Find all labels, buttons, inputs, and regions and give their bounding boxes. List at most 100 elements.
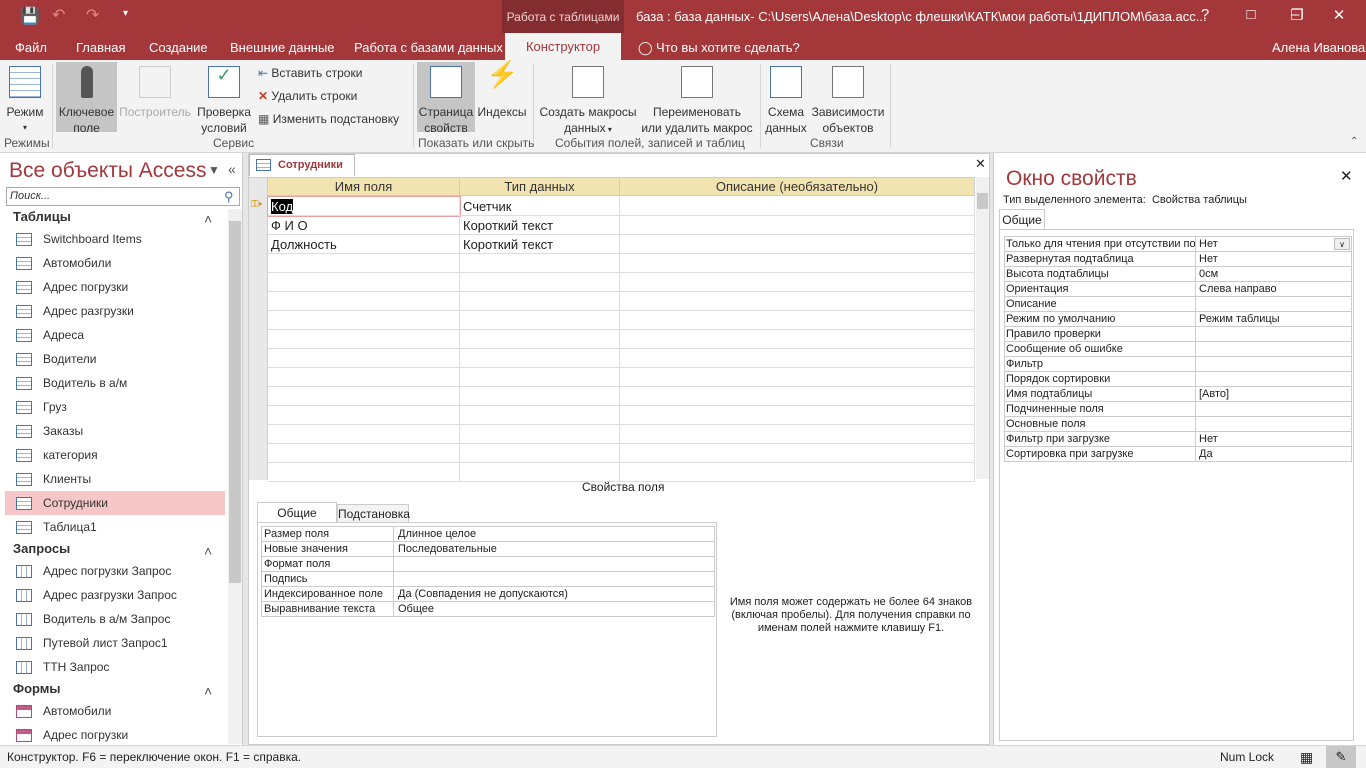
grid-cell[interactable] [460, 311, 620, 330]
insert-rows-button[interactable]: ⇤ Вставить строки [258, 66, 362, 80]
nav-title[interactable]: Все объекты Access [9, 159, 207, 183]
document-tab-employees[interactable]: Сотрудники [249, 154, 355, 176]
grid-cell[interactable] [460, 273, 620, 292]
table-property-row[interactable]: Основные поля [1005, 417, 1351, 432]
nav-item[interactable]: Сотрудники [5, 491, 225, 515]
primary-key-button[interactable]: Ключевое поле [56, 62, 117, 135]
grid-cell[interactable] [620, 368, 975, 387]
table-property-row[interactable]: Режим по умолчанию Режим таблицы [1005, 312, 1351, 327]
field-property-row[interactable]: Размер поля Длинное целое [262, 527, 714, 542]
builder-button[interactable]: Построитель [118, 62, 192, 132]
grid-cell[interactable] [620, 311, 975, 330]
grid-cell[interactable] [268, 387, 460, 406]
nav-item[interactable]: Клиенты [5, 467, 225, 491]
nav-item[interactable]: Адрес погрузки Запрос [5, 559, 225, 583]
field-property-row[interactable]: Новые значения Последовательные [262, 542, 714, 557]
grid-cell[interactable] [460, 387, 620, 406]
grid-cell[interactable]: Ф И О [268, 216, 460, 235]
save-icon[interactable]: 💾 [20, 6, 40, 26]
grid-cell[interactable] [620, 387, 975, 406]
grid-cell[interactable] [268, 425, 460, 444]
grid-cell[interactable]: Счетчик [460, 197, 620, 216]
grid-cell[interactable] [268, 368, 460, 387]
field-property-row[interactable]: Формат поля [262, 557, 714, 572]
grid-cell[interactable] [460, 292, 620, 311]
table-property-row[interactable]: Правило проверки [1005, 327, 1351, 342]
relationships-button[interactable]: Схема данных [764, 62, 808, 135]
field-property-row[interactable]: Выравнивание текста Общее [262, 602, 714, 617]
table-property-row[interactable]: Фильтр [1005, 357, 1351, 372]
grid-cell[interactable] [460, 349, 620, 368]
nav-item[interactable]: Заказы [5, 419, 225, 443]
undo-icon[interactable]: ↶ [52, 5, 65, 25]
table-property-row[interactable]: Сообщение об ошибке [1005, 342, 1351, 357]
object-dependencies-button[interactable]: Зависимости объектов [810, 62, 886, 135]
grid-cell[interactable] [268, 463, 460, 482]
table-property-row[interactable]: Подчиненные поля [1005, 402, 1351, 417]
nav-item[interactable]: Адрес погрузки [5, 723, 225, 747]
view-button[interactable]: Режим ▾ [2, 62, 48, 132]
collapse-nav-icon[interactable]: « [228, 161, 236, 177]
nav-item[interactable]: Путевой лист Запрос1 [5, 631, 225, 655]
grid-cell[interactable]: Короткий текст [460, 235, 620, 254]
close-property-sheet-button[interactable]: ✕ [1340, 167, 1353, 185]
nav-item[interactable]: Switchboard Items [5, 227, 225, 251]
nav-item[interactable]: Водитель в а/м [5, 371, 225, 395]
field-property-row[interactable]: Подпись [262, 572, 714, 587]
column-header[interactable]: Описание (необязательно) [620, 178, 975, 196]
table-property-row[interactable]: Ориентация Слева направо [1005, 282, 1351, 297]
collapse-ribbon-icon[interactable]: ⌃ [1350, 136, 1358, 147]
grid-cell[interactable] [268, 292, 460, 311]
property-tab-general[interactable]: Общие [999, 209, 1045, 230]
collapse-section-icon[interactable]: ˄ [204, 543, 212, 559]
grid-cell[interactable] [620, 197, 975, 216]
indexes-button[interactable]: ⚡ Индексы [476, 61, 528, 132]
grid-cell[interactable] [460, 254, 620, 273]
fp-tab-general[interactable]: Общие [257, 502, 337, 523]
delete-rows-button[interactable]: ✕ Удалить строки [258, 89, 357, 103]
table-property-row[interactable]: Имя подтаблицы [Авто] [1005, 387, 1351, 402]
column-header[interactable]: Тип данных [460, 178, 620, 196]
tab-home[interactable]: Главная [76, 40, 125, 55]
grid-cell[interactable] [620, 216, 975, 235]
tell-me-input[interactable]: Что вы хотите сделать? [656, 40, 800, 55]
table-property-row[interactable]: Высота подтаблицы 0см [1005, 267, 1351, 282]
tab-database-tools[interactable]: Работа с базами данных [354, 40, 503, 55]
table-property-row[interactable]: Сортировка при загрузке Да [1005, 447, 1351, 462]
datasheet-view-icon[interactable]: ▦ [1300, 746, 1313, 768]
grid-cell[interactable] [460, 330, 620, 349]
restore-button[interactable]: ❐ [1282, 6, 1312, 24]
search-icon[interactable]: ⚲ [224, 189, 234, 205]
nav-search-input[interactable]: Поиск... [6, 187, 240, 206]
fp-tab-lookup[interactable]: Подстановка [337, 504, 410, 523]
rename-delete-macro-button[interactable]: Переименовать или удалить макрос [640, 62, 754, 135]
create-data-macros-button[interactable]: Создать макросы данных ▾ [537, 62, 639, 135]
dropdown-arrow-icon[interactable]: ∨ [1334, 238, 1350, 250]
collapse-section-icon[interactable]: ˄ [204, 683, 212, 699]
grid-cell[interactable] [620, 463, 975, 482]
nav-item[interactable]: Адреса [5, 323, 225, 347]
nav-item[interactable]: Водитель в а/м Запрос [5, 607, 225, 631]
grid-cell[interactable] [268, 406, 460, 425]
grid-cell[interactable] [620, 330, 975, 349]
nav-menu-icon[interactable]: ▼ [208, 163, 220, 177]
grid-scrollbar[interactable] [976, 177, 989, 479]
grid-cell[interactable] [460, 406, 620, 425]
grid-cell[interactable] [620, 425, 975, 444]
ribbon-options-icon[interactable]: □ [1236, 6, 1266, 23]
customize-qat-icon[interactable]: ▾ [123, 8, 128, 19]
tab-file[interactable]: Файл [15, 40, 47, 55]
nav-item[interactable]: Адрес погрузки [5, 275, 225, 299]
table-property-row[interactable]: Фильтр при загрузке Нет [1005, 432, 1351, 447]
grid-cell[interactable] [620, 254, 975, 273]
grid-cell[interactable] [620, 235, 975, 254]
nav-item[interactable]: ТТН Запрос [5, 655, 225, 679]
close-document-button[interactable]: ✕ [975, 156, 986, 172]
nav-item[interactable]: Водители [5, 347, 225, 371]
tab-design[interactable]: Конструктор [505, 33, 621, 60]
grid-cell[interactable] [620, 292, 975, 311]
grid-cell[interactable]: Короткий текст [460, 216, 620, 235]
tab-external-data[interactable]: Внешние данные [230, 40, 335, 55]
tab-create[interactable]: Создание [149, 40, 208, 55]
grid-cell[interactable] [620, 349, 975, 368]
